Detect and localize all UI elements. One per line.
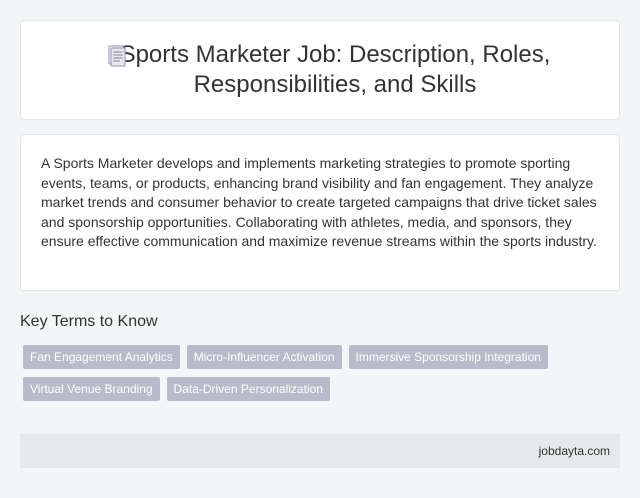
footer: jobdayta.com	[20, 434, 620, 468]
tag-micro-influencer-activation[interactable]: Micro-Influencer Activation	[186, 345, 342, 369]
key-terms-heading: Key Terms to Know	[20, 313, 158, 330]
description-text: A Sports Marketer develops and implement…	[41, 155, 597, 250]
site-name[interactable]: jobdayta.com	[539, 444, 610, 458]
tag-fan-engagement-analytics[interactable]: Fan Engagement Analytics	[23, 345, 180, 369]
tag-virtual-venue-branding[interactable]: Virtual Venue Branding	[23, 377, 160, 401]
title-card: Sports Marketer Job: Description, Roles,…	[20, 20, 620, 120]
document-icon	[108, 45, 126, 67]
key-terms-tags: Fan Engagement Analytics Micro-Influence…	[20, 343, 620, 407]
description-card: A Sports Marketer develops and implement…	[20, 134, 620, 291]
title-wrap: Sports Marketer Job: Description, Roles,…	[40, 40, 600, 100]
tag-immersive-sponsorship-integration[interactable]: Immersive Sponsorship Integration	[348, 345, 548, 369]
page: Sports Marketer Job: Description, Roles,…	[0, 0, 640, 498]
tag-data-driven-personalization[interactable]: Data-Driven Personalization	[166, 377, 330, 401]
